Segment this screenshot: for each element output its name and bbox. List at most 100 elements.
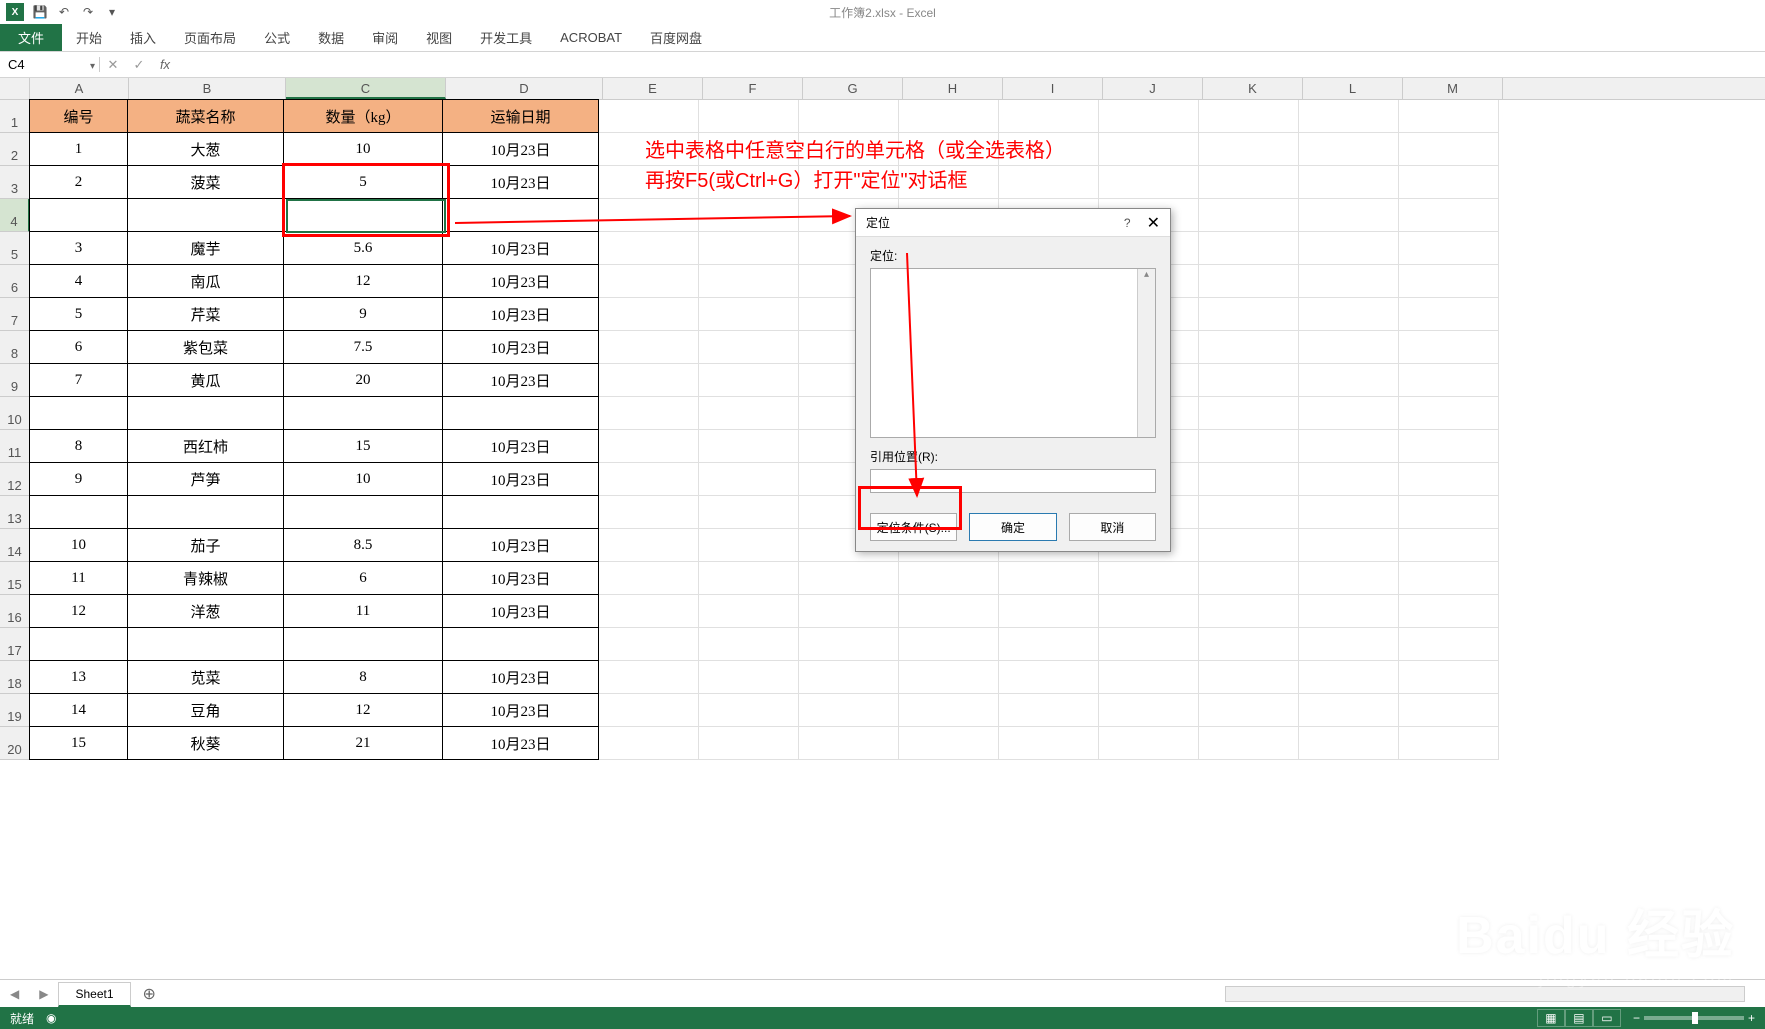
cell[interactable] <box>599 265 699 298</box>
cell[interactable] <box>1399 232 1499 265</box>
cell[interactable] <box>442 198 599 232</box>
column-header-M[interactable]: M <box>1403 78 1503 99</box>
cell[interactable] <box>1199 595 1299 628</box>
cell[interactable] <box>799 661 899 694</box>
cell[interactable] <box>127 396 284 430</box>
cell[interactable] <box>599 199 699 232</box>
column-header-G[interactable]: G <box>803 78 903 99</box>
cell[interactable] <box>699 496 799 529</box>
column-header-B[interactable]: B <box>129 78 286 99</box>
cell[interactable]: 茄子 <box>127 528 284 562</box>
cell[interactable]: 12 <box>283 693 443 727</box>
zoom-out-icon[interactable]: − <box>1633 1011 1640 1025</box>
cell[interactable] <box>799 100 899 133</box>
row-header[interactable]: 15 <box>0 562 30 595</box>
cell[interactable]: 6 <box>29 330 128 364</box>
cell[interactable]: 编号 <box>29 99 128 133</box>
cell[interactable] <box>599 562 699 595</box>
cell[interactable] <box>1299 661 1399 694</box>
cell[interactable]: 5 <box>29 297 128 331</box>
row-header[interactable]: 13 <box>0 496 30 529</box>
cell[interactable]: 5.6 <box>283 231 443 265</box>
cell[interactable]: 芦笋 <box>127 462 284 496</box>
row-header[interactable]: 2 <box>0 133 30 166</box>
goto-list[interactable]: ▴ <box>870 268 1156 438</box>
column-header-J[interactable]: J <box>1103 78 1203 99</box>
cell[interactable]: 紫包菜 <box>127 330 284 364</box>
cell[interactable] <box>599 100 699 133</box>
cell[interactable]: 12 <box>29 594 128 628</box>
cell[interactable]: 6 <box>283 561 443 595</box>
qat-more-icon[interactable]: ▾ <box>102 2 122 22</box>
cell[interactable] <box>699 100 799 133</box>
cell[interactable] <box>1399 727 1499 760</box>
cell[interactable] <box>29 627 128 661</box>
cell[interactable] <box>699 463 799 496</box>
cell[interactable]: 魔芋 <box>127 231 284 265</box>
cell[interactable]: 青辣椒 <box>127 561 284 595</box>
cell[interactable]: 10 <box>29 528 128 562</box>
sheet-nav-prev-icon[interactable]: ◀ <box>0 987 29 1001</box>
cell[interactable]: 11 <box>29 561 128 595</box>
cell[interactable]: 10月23日 <box>442 132 599 166</box>
view-page-layout-icon[interactable]: ▤ <box>1565 1009 1593 1027</box>
row-header[interactable]: 10 <box>0 397 30 430</box>
cell[interactable]: 秋葵 <box>127 726 284 760</box>
cell[interactable] <box>1299 628 1399 661</box>
cell[interactable]: 2 <box>29 165 128 199</box>
cell[interactable]: 3 <box>29 231 128 265</box>
cell[interactable] <box>699 595 799 628</box>
cell[interactable] <box>699 529 799 562</box>
cell[interactable]: 10月23日 <box>442 231 599 265</box>
cell[interactable] <box>1099 694 1199 727</box>
cell[interactable]: 4 <box>29 264 128 298</box>
cell[interactable]: 9 <box>29 462 128 496</box>
column-header-C[interactable]: C <box>286 78 446 99</box>
cell[interactable] <box>1099 628 1199 661</box>
row-header[interactable]: 11 <box>0 430 30 463</box>
cell[interactable]: 黄瓜 <box>127 363 284 397</box>
column-header-A[interactable]: A <box>30 78 129 99</box>
cell[interactable] <box>1099 727 1199 760</box>
cell[interactable] <box>1399 364 1499 397</box>
cell[interactable] <box>699 727 799 760</box>
cell[interactable]: 10月23日 <box>442 330 599 364</box>
cell[interactable] <box>283 396 443 430</box>
cell[interactable]: 7 <box>29 363 128 397</box>
cell[interactable]: 8 <box>29 429 128 463</box>
column-header-E[interactable]: E <box>603 78 703 99</box>
reference-input[interactable] <box>870 469 1156 493</box>
cell[interactable] <box>1099 166 1199 199</box>
row-header[interactable]: 7 <box>0 298 30 331</box>
cell[interactable] <box>699 331 799 364</box>
cell[interactable] <box>127 495 284 529</box>
column-header-F[interactable]: F <box>703 78 803 99</box>
tab-file[interactable]: 文件 <box>0 24 62 51</box>
tab-baidu[interactable]: 百度网盘 <box>636 24 716 51</box>
cell[interactable]: 8 <box>283 660 443 694</box>
cell[interactable] <box>799 694 899 727</box>
cell[interactable]: 数量（kg） <box>283 99 443 133</box>
cell[interactable] <box>1399 397 1499 430</box>
zoom-in-icon[interactable]: + <box>1748 1011 1755 1025</box>
dialog-close-icon[interactable]: ✕ <box>1147 213 1160 233</box>
cell[interactable] <box>899 628 999 661</box>
row-header[interactable]: 19 <box>0 694 30 727</box>
cell[interactable] <box>1299 694 1399 727</box>
cell[interactable]: 10月23日 <box>442 363 599 397</box>
formula-confirm-icon[interactable]: ✓ <box>126 57 152 73</box>
cell[interactable]: 15 <box>283 429 443 463</box>
cell[interactable] <box>699 199 799 232</box>
cell[interactable] <box>599 430 699 463</box>
cell[interactable] <box>1399 331 1499 364</box>
cell[interactable] <box>1399 100 1499 133</box>
cell[interactable] <box>283 627 443 661</box>
cell[interactable] <box>999 694 1099 727</box>
cell[interactable] <box>1399 199 1499 232</box>
add-sheet-icon[interactable]: ⊕ <box>131 984 168 1004</box>
cell[interactable] <box>699 661 799 694</box>
column-header-H[interactable]: H <box>903 78 1003 99</box>
cell[interactable] <box>1299 529 1399 562</box>
cell[interactable] <box>599 595 699 628</box>
view-normal-icon[interactable]: ▦ <box>1537 1009 1565 1027</box>
